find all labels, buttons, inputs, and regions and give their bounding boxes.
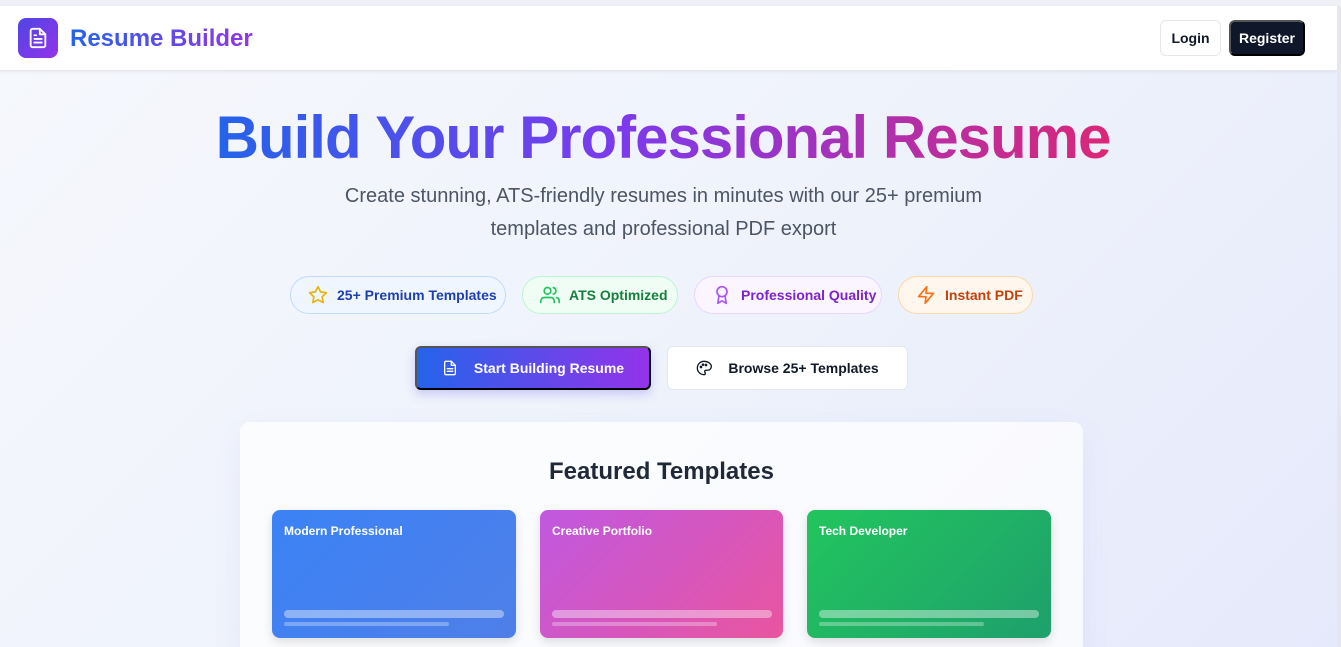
template-card-creative-portfolio[interactable]: Creative Portfolio — [540, 510, 783, 638]
browse-templates-button[interactable]: Browse 25+ Templates — [667, 346, 908, 390]
hero-title: Build Your Professional Resume — [215, 104, 1112, 171]
feature-badge-ats: ATS Optimized — [522, 276, 678, 314]
star-icon — [308, 285, 328, 304]
featured-templates-title: Featured Templates — [549, 458, 774, 485]
document-icon — [443, 360, 456, 376]
feature-badge-label: ATS Optimized — [569, 287, 668, 303]
register-button[interactable]: Register — [1229, 20, 1305, 56]
start-building-button[interactable]: Start Building Resume — [415, 346, 651, 390]
palette-icon — [697, 360, 713, 376]
template-preview-line — [284, 610, 504, 618]
feature-badge-quality: Professional Quality — [694, 276, 882, 314]
award-icon — [716, 285, 728, 305]
lightning-icon — [917, 285, 935, 305]
feature-badge-pdf: Instant PDF — [898, 276, 1033, 314]
users-icon — [540, 286, 560, 304]
template-preview-line — [819, 622, 984, 626]
template-preview-line — [284, 622, 449, 626]
brand-name[interactable]: Resume Builder — [70, 25, 253, 53]
feature-badge-label: Instant PDF — [945, 287, 1023, 303]
template-preview-line — [552, 610, 772, 618]
scrollbar[interactable] — [1337, 6, 1341, 647]
template-card-tech-developer[interactable]: Tech Developer — [807, 510, 1051, 638]
start-building-label: Start Building Resume — [473, 360, 625, 376]
template-preview-line — [552, 622, 717, 626]
feature-badge-label: 25+ Premium Templates — [337, 287, 497, 303]
login-button[interactable]: Login — [1160, 20, 1221, 56]
document-icon — [29, 27, 47, 49]
template-card-modern-professional[interactable]: Modern Professional — [272, 510, 516, 638]
navbar: Resume Builder Login Register — [0, 6, 1337, 71]
feature-badge-templates: 25+ Premium Templates — [290, 276, 506, 314]
featured-templates-section: Featured Templates Modern Professional C… — [240, 422, 1083, 647]
template-card-title: Tech Developer — [819, 524, 908, 538]
logo[interactable] — [18, 18, 58, 58]
template-preview-line — [819, 610, 1039, 618]
template-card-title: Creative Portfolio — [552, 524, 653, 538]
template-card-title: Modern Professional — [284, 524, 403, 538]
feature-badge-label: Professional Quality — [741, 287, 877, 303]
hero-subtitle: Create stunning, ATS-friendly resumes in… — [344, 185, 983, 240]
browse-templates-label: Browse 25+ Templates — [728, 360, 879, 376]
